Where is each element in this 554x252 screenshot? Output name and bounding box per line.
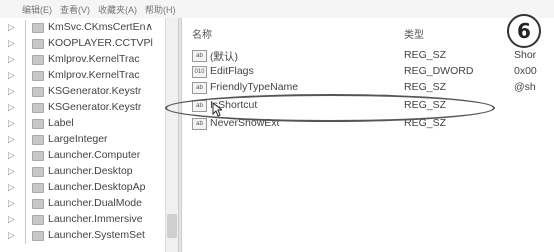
folder-icon xyxy=(32,215,44,225)
string-value-icon: ab xyxy=(192,118,207,130)
tree-connector-line xyxy=(25,116,26,132)
value-data: 0x00 xyxy=(514,65,537,77)
tree-connector-line xyxy=(25,100,26,116)
tree-connector-line xyxy=(25,84,26,100)
tree-connector-line xyxy=(25,228,26,244)
scrollbar-thumb[interactable] xyxy=(167,214,177,238)
tree-connector-line xyxy=(25,36,26,52)
folder-icon xyxy=(32,151,44,161)
folder-icon xyxy=(32,39,44,49)
folder-icon xyxy=(32,71,44,81)
menu-help[interactable]: 帮助(H) xyxy=(145,3,176,16)
expand-arrow-icon[interactable]: ▷ xyxy=(8,214,15,225)
value-name: EditFlags xyxy=(210,65,254,77)
expand-arrow-icon[interactable]: ▷ xyxy=(8,230,15,241)
tree-item[interactable]: ▷ Launcher.DualMode xyxy=(0,196,178,212)
tree-item-label: KOOPLAYER.CCTVPl xyxy=(48,37,153,49)
value-name: FriendlyTypeName xyxy=(210,81,299,93)
value-type: REG_DWORD xyxy=(404,65,474,77)
tree-connector-line xyxy=(25,212,26,228)
tree-item-label: Kmlprov.KernelTrac xyxy=(48,53,140,65)
folder-icon xyxy=(32,167,44,177)
expand-arrow-icon[interactable]: ▷ xyxy=(8,70,15,81)
tree-connector-line xyxy=(25,52,26,68)
expand-arrow-icon[interactable]: ▷ xyxy=(8,102,15,113)
folder-icon xyxy=(32,103,44,113)
tree-item[interactable]: ▷ LargeInteger xyxy=(0,132,178,148)
folder-icon xyxy=(32,87,44,97)
tree-item-label: KSGenerator.Keystr xyxy=(48,101,142,113)
tree-connector-line xyxy=(25,180,26,196)
tree-item[interactable]: ▷ KSGenerator.Keystr xyxy=(0,84,178,100)
registry-key-tree[interactable]: ▷ KmSvc.CKmsCertEn∧ ▷ KOOPLAYER.CCTVPl ▷… xyxy=(0,18,178,252)
mouse-pointer-icon xyxy=(212,102,222,117)
tree-item[interactable]: ▷ KmSvc.CKmsCertEn∧ xyxy=(0,20,178,36)
registry-value-row[interactable]: ab (默认) REG_SZ Shor xyxy=(182,48,554,64)
tree-item-label: Label xyxy=(48,117,74,129)
tree-item[interactable]: ▷ Launcher.Computer xyxy=(0,148,178,164)
value-type: REG_SZ xyxy=(404,81,447,93)
menu-bar: 编辑(E) 查看(V) 收藏夹(A) 帮助(H) xyxy=(0,0,554,19)
folder-icon xyxy=(32,23,44,33)
column-header-name[interactable]: 名称 xyxy=(192,26,212,41)
tree-item-label: Launcher.Immersive xyxy=(48,213,143,225)
tree-item[interactable]: ▷ Launcher.Desktop xyxy=(0,164,178,180)
column-header-type[interactable]: 类型 xyxy=(404,26,424,41)
menu-view[interactable]: 查看(V) xyxy=(60,3,90,16)
expand-arrow-icon[interactable]: ▷ xyxy=(8,150,15,161)
menu-edit[interactable]: 编辑(E) xyxy=(22,3,52,16)
expand-arrow-icon[interactable]: ▷ xyxy=(8,166,15,177)
tree-connector-line xyxy=(25,20,26,36)
tree-connector-line xyxy=(25,164,26,180)
folder-icon xyxy=(32,231,44,241)
folder-icon xyxy=(32,199,44,209)
value-name: (默认) xyxy=(210,51,238,63)
expand-arrow-icon[interactable]: ▷ xyxy=(8,86,15,97)
tree-item[interactable]: ▷ Label xyxy=(0,116,178,132)
binary-value-icon: 010 xyxy=(192,66,207,78)
value-type: REG_SZ xyxy=(404,49,447,61)
tree-item-label: Launcher.Computer xyxy=(48,149,141,161)
tree-connector-line xyxy=(25,68,26,84)
registry-values-pane: 名称 类型 数据 ab (默认) REG_SZ Shor 010 EditFla… xyxy=(182,18,554,252)
folder-icon xyxy=(32,119,44,129)
value-data: @sh xyxy=(514,81,536,93)
expand-arrow-icon[interactable]: ▷ xyxy=(8,54,15,65)
value-data: Shor xyxy=(514,49,537,61)
tree-item-label: KSGenerator.Keystr xyxy=(48,85,142,97)
tree-vertical-scrollbar[interactable] xyxy=(165,18,178,252)
string-value-icon: ab xyxy=(192,82,207,94)
tree-item-label: Launcher.SystemSet xyxy=(48,229,145,241)
menu-favorites[interactable]: 收藏夹(A) xyxy=(98,3,137,16)
tree-item-label: KmSvc.CKmsCertEn∧ xyxy=(48,21,154,33)
tree-item[interactable]: ▷ Kmlprov.KernelTrac xyxy=(0,52,178,68)
tree-item[interactable]: ▷ KSGenerator.Keystr xyxy=(0,100,178,116)
folder-icon xyxy=(32,183,44,193)
step-number-badge: 6 xyxy=(507,14,541,48)
tree-connector-line xyxy=(25,132,26,148)
tree-item-label: Launcher.DesktopAp xyxy=(48,181,146,193)
tree-item-label: Launcher.DualMode xyxy=(48,197,142,209)
tree-item[interactable]: ▷ Launcher.Immersive xyxy=(0,212,178,228)
tree-connector-line xyxy=(25,148,26,164)
tree-item-label: Launcher.Desktop xyxy=(48,165,133,177)
expand-arrow-icon[interactable]: ▷ xyxy=(8,22,15,33)
expand-arrow-icon[interactable]: ▷ xyxy=(8,198,15,209)
tree-item[interactable]: ▷ Launcher.DesktopAp xyxy=(0,180,178,196)
expand-arrow-icon[interactable]: ▷ xyxy=(8,118,15,129)
tree-item[interactable]: ▷ Kmlprov.KernelTrac xyxy=(0,68,178,84)
tree-item-label: LargeInteger xyxy=(48,133,108,145)
tree-item-label: Kmlprov.KernelTrac xyxy=(48,69,140,81)
expand-arrow-icon[interactable]: ▷ xyxy=(8,38,15,49)
expand-arrow-icon[interactable]: ▷ xyxy=(8,182,15,193)
folder-icon xyxy=(32,135,44,145)
tree-item[interactable]: ▷ KOOPLAYER.CCTVPl xyxy=(0,36,178,52)
expand-arrow-icon[interactable]: ▷ xyxy=(8,134,15,145)
tree-item[interactable]: ▷ Launcher.SystemSet xyxy=(0,228,178,244)
registry-value-row[interactable]: 010 EditFlags REG_DWORD 0x00 xyxy=(182,64,554,80)
string-value-icon: ab xyxy=(192,50,207,62)
tree-connector-line xyxy=(25,196,26,212)
folder-icon xyxy=(32,55,44,65)
